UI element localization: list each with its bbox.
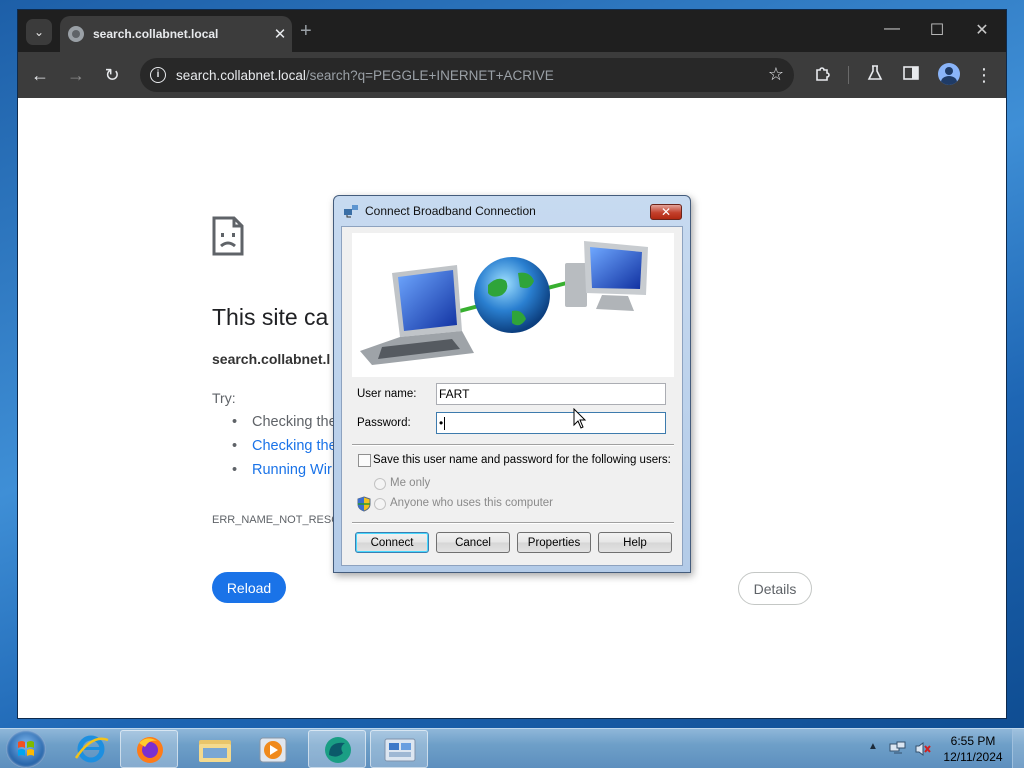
text-caret xyxy=(444,417,446,431)
minimize-icon[interactable]: — xyxy=(880,20,904,38)
connect-dialog: Connect Broadband Connection ✕ User name… xyxy=(333,195,691,573)
back-arrow-icon[interactable]: ← xyxy=(29,64,51,86)
details-button[interactable]: Details xyxy=(738,572,812,605)
taskbar: ▲ 6:55 PM 12/11/2024 xyxy=(0,728,1024,768)
labs-flask-icon[interactable] xyxy=(864,64,886,86)
network-tray-icon[interactable] xyxy=(889,741,907,757)
profile-avatar-icon[interactable] xyxy=(938,63,960,85)
firefox-icon xyxy=(137,737,163,763)
error-host: search.collabnet.l xyxy=(212,351,331,367)
anyone-radio[interactable] xyxy=(374,498,386,510)
username-label: User name: xyxy=(357,388,417,400)
chevron-down-icon: ⌄ xyxy=(33,25,45,39)
tab-search-button[interactable]: ⌄ xyxy=(26,19,52,45)
forward-arrow-icon[interactable]: → xyxy=(65,64,87,86)
password-label: Password: xyxy=(357,417,411,429)
network-connections-taskbar-button[interactable] xyxy=(370,730,428,768)
suggestion-link[interactable]: Checking the xyxy=(232,438,337,462)
internet-explorer-icon xyxy=(74,735,109,763)
file-explorer-taskbar-button[interactable] xyxy=(186,730,244,768)
extensions-icon[interactable] xyxy=(812,64,834,86)
suggestion-link[interactable]: Running Wir xyxy=(232,462,337,486)
uac-shield-icon xyxy=(357,496,371,512)
suggestion-item: Checking the xyxy=(232,414,337,438)
new-tab-button[interactable]: + xyxy=(300,21,312,41)
dialog-body: User name: FART Password: • Save this us… xyxy=(341,226,683,566)
connect-button[interactable]: Connect xyxy=(355,532,429,553)
broadband-connection-illustration xyxy=(352,233,674,377)
folder-icon xyxy=(199,740,231,762)
windows-logo-icon xyxy=(18,741,34,756)
start-button[interactable] xyxy=(6,730,46,768)
globe-icon xyxy=(68,26,84,42)
media-player-taskbar-button[interactable] xyxy=(244,730,302,768)
properties-button[interactable]: Properties xyxy=(517,532,591,553)
dialog-close-button[interactable]: ✕ xyxy=(650,204,682,220)
dialog-title: Connect Broadband Connection xyxy=(365,204,536,218)
browser-tab[interactable]: search.collabnet.local ✕ xyxy=(60,16,292,52)
me-only-radio[interactable] xyxy=(374,478,386,490)
reload-icon[interactable]: ↻ xyxy=(101,64,123,86)
tab-strip: ⌄ search.collabnet.local ✕ + — ☐ ✕ xyxy=(18,10,1006,52)
more-menu-icon[interactable]: ⋮ xyxy=(973,64,995,86)
show-desktop-button[interactable] xyxy=(1012,729,1024,768)
clock-date[interactable]: 12/11/2024 xyxy=(940,750,1006,764)
media-player-icon xyxy=(259,737,287,763)
divider xyxy=(352,444,674,446)
username-field[interactable]: FART xyxy=(436,383,666,405)
sad-document-icon xyxy=(212,216,244,256)
internet-explorer-taskbar-button[interactable] xyxy=(62,730,120,768)
mouse-cursor-icon xyxy=(573,408,587,429)
maximize-icon[interactable]: ☐ xyxy=(925,20,949,40)
site-info-icon[interactable]: i xyxy=(150,67,166,83)
window-close-icon[interactable]: ✕ xyxy=(970,20,994,40)
side-panel-icon[interactable] xyxy=(900,64,922,86)
tray-expand-icon[interactable]: ▲ xyxy=(868,741,878,752)
error-code: ERR_NAME_NOT_RESO xyxy=(212,514,340,526)
url-path: /search?q=PEGGLE+INERNET+ACRIVE xyxy=(305,67,554,83)
volume-muted-icon[interactable] xyxy=(914,741,932,757)
firefox-taskbar-button[interactable] xyxy=(120,730,178,768)
cancel-button[interactable]: Cancel xyxy=(436,532,510,553)
help-button[interactable]: Help xyxy=(598,532,672,553)
save-credentials-checkbox[interactable] xyxy=(358,454,371,467)
url-host: search.collabnet.local xyxy=(176,67,306,83)
browser-app-icon xyxy=(325,737,351,763)
me-only-label: Me only xyxy=(390,477,431,489)
anyone-label: Anyone who uses this computer xyxy=(390,497,554,509)
tab-title: search.collabnet.local xyxy=(93,27,219,41)
password-field[interactable]: • xyxy=(436,412,666,434)
password-mask: • xyxy=(439,416,444,430)
try-label: Try: xyxy=(212,390,236,406)
network-icon xyxy=(344,205,358,218)
dialog-titlebar[interactable]: Connect Broadband Connection ✕ xyxy=(334,196,690,226)
reload-button[interactable]: Reload xyxy=(212,572,286,603)
browser-toolbar: ← → ↻ i search.collabnet.local/search?q=… xyxy=(18,52,1006,98)
bookmark-star-icon[interactable]: ☆ xyxy=(768,64,784,85)
address-bar[interactable]: i search.collabnet.local/search?q=PEGGLE… xyxy=(140,58,794,92)
error-title: This site ca xyxy=(212,304,329,330)
divider xyxy=(352,522,674,524)
tab-close-icon[interactable]: ✕ xyxy=(268,25,292,43)
network-connections-icon xyxy=(384,738,416,762)
toolbar-divider xyxy=(848,66,849,84)
clock-time[interactable]: 6:55 PM xyxy=(940,734,1006,748)
save-credentials-label: Save this user name and password for the… xyxy=(373,454,671,466)
suggestion-list: Checking the Checking the Running Wir xyxy=(232,414,337,486)
browser-app-taskbar-button[interactable] xyxy=(308,730,366,768)
